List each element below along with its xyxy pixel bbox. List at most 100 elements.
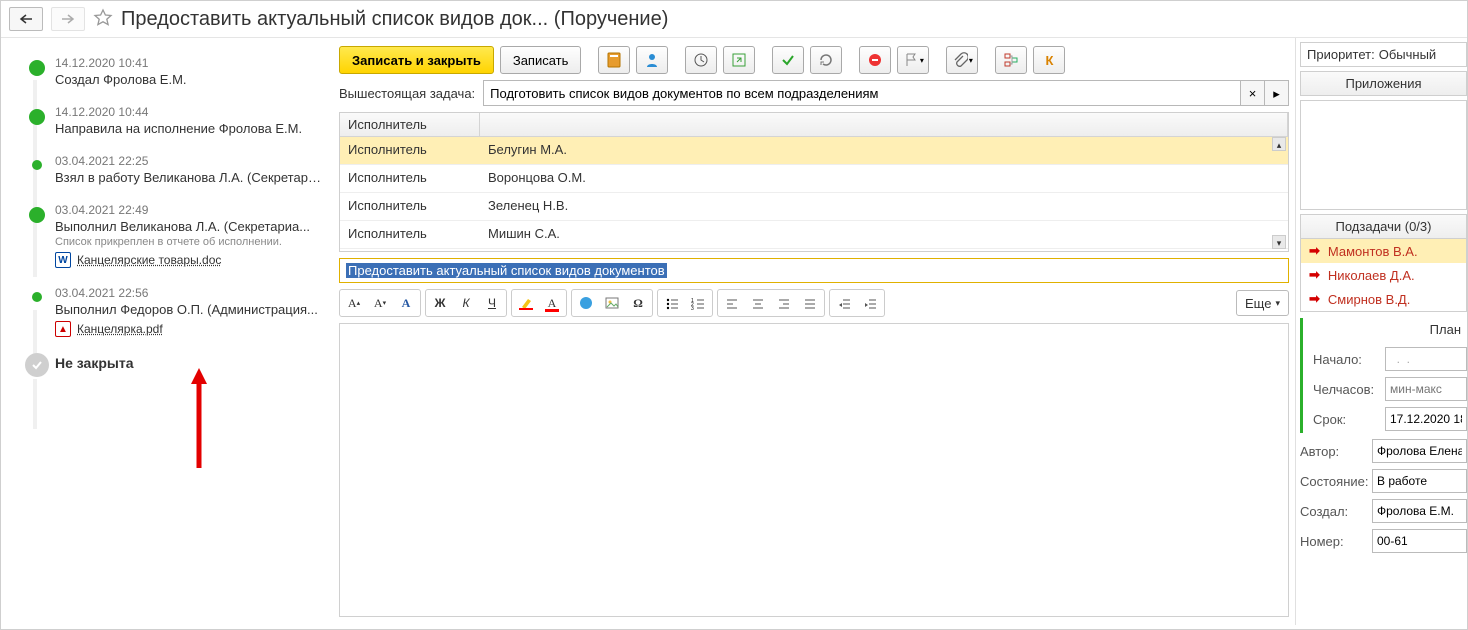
grid-body[interactable]: Исполнитель Белугин М.А. Исполнитель Вор… <box>340 137 1288 251</box>
arrow-right-icon: ➡ <box>1309 243 1320 259</box>
grid-scroll-down-button[interactable]: ▾ <box>1272 235 1286 249</box>
table-row[interactable]: Исполнитель Белугин М.А. <box>340 137 1288 165</box>
arrow-right-icon: ➡ <box>1309 291 1320 307</box>
due-label: Срок: <box>1313 412 1379 427</box>
highlight-color-button[interactable] <box>514 292 538 314</box>
timeline-text: Направила на исполнение Фролова Е.М. <box>55 121 321 136</box>
annotation-arrow-icon <box>189 368 209 468</box>
insert-image-button[interactable] <box>600 292 624 314</box>
font-decrease-button[interactable]: A▾ <box>368 292 392 314</box>
plan-label: План <box>1309 320 1467 341</box>
arrow-right-icon: ➡ <box>1309 267 1320 283</box>
attachments-area[interactable] <box>1300 100 1467 210</box>
timeline-dot-icon <box>32 292 42 302</box>
table-row[interactable]: Исполнитель Воронцова О.М. <box>340 165 1288 193</box>
timeline-status-icon <box>25 353 49 377</box>
start-label: Начало: <box>1313 352 1379 367</box>
save-button[interactable]: Записать <box>500 46 582 74</box>
timeline-date: 03.04.2021 22:25 <box>55 154 321 168</box>
timeline-dot-icon <box>29 60 45 76</box>
k-button[interactable]: К <box>1033 46 1065 74</box>
start-input[interactable] <box>1385 347 1467 371</box>
timeline-text: Создал Фролова Е.М. <box>55 72 321 87</box>
task-title-input[interactable]: Предоставить актуальный список видов док… <box>339 258 1289 283</box>
timeline-sidebar: 14.12.2020 10:41 Создал Фролова Е.М. 14.… <box>1 38 331 625</box>
editor-toolbar: A▴ A▾ A Ж К Ч A Ω 123 <box>339 289 1289 317</box>
outdent-button[interactable] <box>832 292 856 314</box>
align-center-button[interactable] <box>746 292 770 314</box>
attachments-header[interactable]: Приложения <box>1300 71 1467 96</box>
parent-task-input[interactable] <box>483 80 1241 106</box>
timeline-note: Список прикреплен в отчете об исполнении… <box>55 236 321 248</box>
nav-forward-button <box>51 7 85 31</box>
timeline-file[interactable]: ▲ Канцелярка.pdf <box>55 321 321 337</box>
priority-value: Обычный <box>1379 47 1436 62</box>
align-left-button[interactable] <box>720 292 744 314</box>
file-link[interactable]: Канцелярка.pdf <box>77 322 163 336</box>
created-label: Создал: <box>1300 504 1366 519</box>
created-input[interactable] <box>1372 499 1467 523</box>
person-button[interactable] <box>636 46 668 74</box>
state-input[interactable] <box>1372 469 1467 493</box>
task-title-selection: Предоставить актуальный список видов док… <box>346 263 667 278</box>
refresh-button[interactable] <box>810 46 842 74</box>
state-label: Состояние: <box>1300 474 1366 489</box>
nav-back-button[interactable] <box>9 7 43 31</box>
bullet-list-button[interactable] <box>660 292 684 314</box>
clock-button[interactable] <box>685 46 717 74</box>
file-link[interactable]: Канцелярские товары.doc <box>77 253 221 267</box>
insert-symbol-button[interactable]: Ω <box>626 292 650 314</box>
save-and-close-button[interactable]: Записать и закрыть <box>339 46 494 74</box>
author-input[interactable] <box>1372 439 1467 463</box>
stop-button[interactable] <box>859 46 891 74</box>
timeline-date: 03.04.2021 22:49 <box>55 203 321 217</box>
timeline-text: Взял в работу Великанова Л.А. (Секретари… <box>55 170 321 185</box>
clear-parent-task-button[interactable]: × <box>1241 80 1265 106</box>
tree-button[interactable] <box>995 46 1027 74</box>
grid-scroll-up-button[interactable]: ▴ <box>1272 137 1286 151</box>
insert-link-button[interactable] <box>574 292 598 314</box>
number-list-button[interactable]: 123 <box>686 292 710 314</box>
open-parent-task-button[interactable]: ▸ <box>1265 80 1289 106</box>
underline-button[interactable]: Ч <box>480 292 504 314</box>
grid-header-name[interactable] <box>480 113 1288 136</box>
hours-label: Челчасов: <box>1313 382 1379 397</box>
address-book-button[interactable] <box>598 46 630 74</box>
italic-button[interactable]: К <box>454 292 478 314</box>
page-title: Предоставить актуальный список видов док… <box>121 8 668 31</box>
text-color-button[interactable]: A <box>540 292 564 314</box>
number-input[interactable] <box>1372 529 1467 553</box>
editor-more-button[interactable]: Еще▾ <box>1236 290 1289 316</box>
priority-label: Приоритет: <box>1307 47 1375 62</box>
align-right-button[interactable] <box>772 292 796 314</box>
table-row[interactable]: Исполнитель Петров И.С. <box>340 249 1288 251</box>
indent-button[interactable] <box>858 292 882 314</box>
subtask-item[interactable]: ➡ Смирнов В.Д. <box>1301 287 1466 311</box>
editor-body[interactable] <box>339 323 1289 617</box>
table-row[interactable]: Исполнитель Мишин С.А. <box>340 221 1288 249</box>
flag-button[interactable]: ▾ <box>897 46 929 74</box>
subtask-item[interactable]: ➡ Мамонтов В.А. <box>1301 239 1466 263</box>
font-increase-button[interactable]: A▴ <box>342 292 366 314</box>
table-row[interactable]: Исполнитель Зеленец Н.В. <box>340 193 1288 221</box>
priority-row[interactable]: Приоритет: Обычный <box>1300 42 1467 67</box>
number-label: Номер: <box>1300 534 1366 549</box>
subtask-item[interactable]: ➡ Николаев Д.А. <box>1301 263 1466 287</box>
parent-task-label: Вышестоящая задача: <box>339 86 475 101</box>
attach-button[interactable]: ▾ <box>946 46 978 74</box>
align-justify-button[interactable] <box>798 292 822 314</box>
timeline-dot-icon <box>32 160 42 170</box>
pdf-file-icon: ▲ <box>55 321 71 337</box>
bold-button[interactable]: Ж <box>428 292 452 314</box>
timeline-text: Выполнил Федоров О.П. (Администрация... <box>55 302 321 317</box>
timeline-file[interactable]: W Канцелярские товары.doc <box>55 252 321 268</box>
grid-header-role[interactable]: Исполнитель <box>340 113 480 136</box>
hours-input[interactable] <box>1385 377 1467 401</box>
svg-text:3: 3 <box>691 306 694 310</box>
font-dialog-button[interactable]: A <box>394 292 418 314</box>
due-input[interactable] <box>1385 407 1467 431</box>
arrows-button[interactable] <box>723 46 755 74</box>
subtasks-header[interactable]: Подзадачи (0/3) <box>1300 214 1467 239</box>
favorite-star-icon[interactable] <box>93 8 113 31</box>
check-button[interactable] <box>772 46 804 74</box>
